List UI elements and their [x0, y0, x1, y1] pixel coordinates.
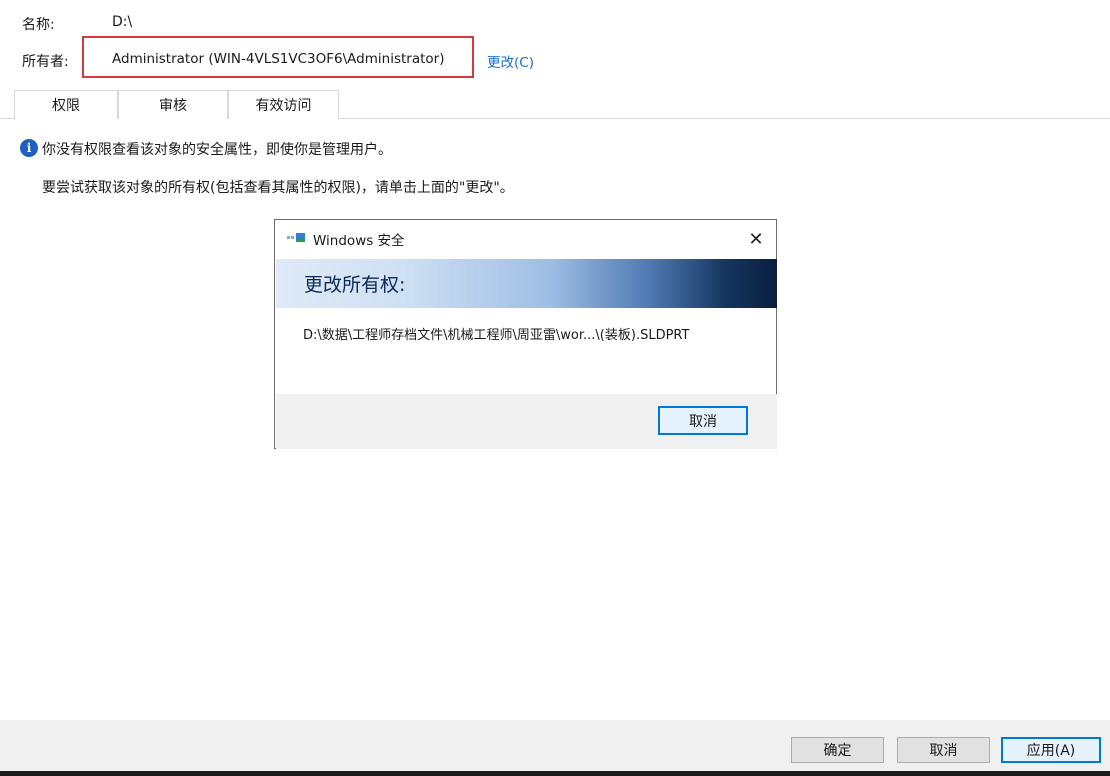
- cancel-label: 取消: [929, 743, 958, 759]
- dialog-banner: 更改所有权:: [276, 259, 777, 308]
- tab-effective-access[interactable]: 有效访问: [228, 90, 339, 119]
- tab-permissions[interactable]: 权限: [14, 90, 118, 119]
- tab-label: 有效访问: [255, 98, 312, 114]
- info-icon: i: [20, 139, 38, 157]
- tab-label: 权限: [52, 98, 80, 114]
- tab-auditing[interactable]: 审核: [118, 90, 228, 119]
- apply-button[interactable]: 应用(A): [1001, 737, 1101, 763]
- dialog-footer: 取消: [276, 394, 777, 449]
- name-label: 名称:: [22, 17, 55, 33]
- close-icon[interactable]: ✕: [743, 226, 769, 252]
- owner-label: 所有者:: [22, 54, 69, 70]
- tab-label: 审核: [159, 98, 187, 114]
- dialog-titlebar: Windows 安全: [287, 228, 405, 250]
- dialog-cancel-label: 取消: [689, 413, 717, 430]
- dialog-cancel-button[interactable]: 取消: [658, 406, 748, 435]
- dialog-title: Windows 安全: [313, 233, 405, 249]
- dialog-heading: 更改所有权:: [304, 274, 406, 296]
- file-path: D:\数据\工程师存档文件\机械工程师\周亚雷\wor...\(装板).SLDP…: [303, 328, 690, 343]
- ownership-hint: 要尝试获取该对象的所有权(包括查看其属性的权限)，请单击上面的"更改"。: [42, 180, 514, 196]
- cancel-button[interactable]: 取消: [897, 737, 990, 763]
- name-value: D:\: [112, 14, 133, 30]
- taskbar-edge: [0, 771, 1110, 776]
- permission-message: 你没有权限查看该对象的安全属性，即使你是管理用户。: [42, 142, 392, 158]
- apply-label: 应用(A): [1026, 743, 1076, 759]
- windows-security-icon: [287, 233, 305, 242]
- windows-security-dialog: Windows 安全 ✕ 更改所有权: D:\数据\工程师存档文件\机械工程师\…: [274, 219, 777, 449]
- ok-label: 确定: [823, 743, 852, 759]
- ok-button[interactable]: 确定: [791, 737, 884, 763]
- change-owner-link[interactable]: 更改(C): [487, 51, 534, 71]
- owner-value: Administrator (WIN-4VLS1VC3OF6\Administr…: [112, 51, 445, 67]
